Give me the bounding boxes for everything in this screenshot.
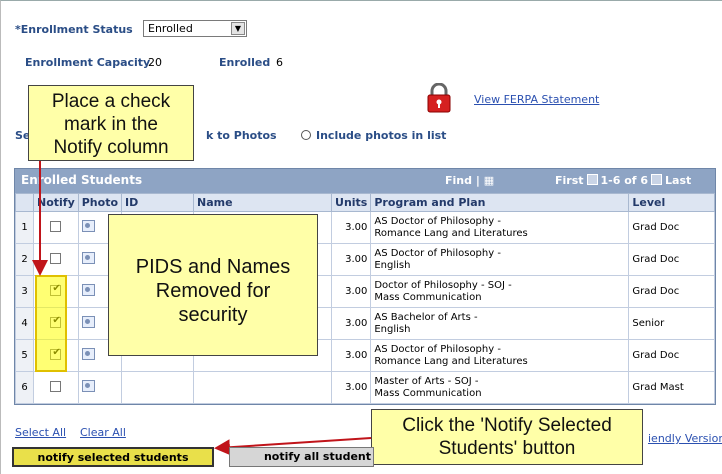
photo-icon[interactable] (81, 220, 95, 232)
program-line: Romance Lang and Literatures (374, 355, 528, 367)
row-number: 1 (15, 211, 34, 244)
photo-icon[interactable] (81, 316, 95, 328)
notify-all-button[interactable]: notify all student (229, 447, 374, 467)
level-cell: Grad Doc (628, 243, 715, 276)
level-cell: Grad Doc (628, 275, 715, 308)
notify-cell (33, 211, 79, 244)
row-number: 2 (15, 243, 34, 276)
program-line: English (374, 259, 411, 271)
col-photo[interactable]: Photo (77, 193, 123, 212)
grid-title: Enrolled Students (21, 173, 143, 187)
units-cell: 3.00 (331, 275, 372, 308)
include-photos-radio[interactable] (301, 130, 311, 140)
link-to-photos-label[interactable]: k to Photos (206, 129, 277, 142)
col-level[interactable]: Level (628, 193, 715, 212)
program-cell: Doctor of Philosophy - SOJ - Mass Communi… (370, 275, 630, 308)
check-mark-callout: Place a check mark in the Notify column (28, 85, 194, 161)
row-number: 6 (15, 371, 34, 404)
row-number: 5 (15, 339, 34, 372)
units-cell: 3.00 (331, 211, 372, 244)
row-number: 4 (15, 307, 34, 340)
program-line: AS Doctor of Philosophy - (374, 247, 501, 259)
range-label: 1-6 of 6 (600, 174, 649, 187)
photo-icon[interactable] (81, 252, 95, 264)
printer-friendly-link[interactable]: iendly Version (648, 432, 722, 445)
row-number: 3 (15, 275, 34, 308)
first-label: First (555, 174, 584, 187)
level-cell: Grad Mast (628, 371, 715, 404)
program-line: Master of Arts - SOJ - (374, 375, 479, 387)
enrollment-status-select[interactable]: Enrolled ▼ (143, 20, 247, 37)
col-name[interactable]: Name (193, 193, 333, 212)
program-cell: AS Doctor of Philosophy - Romance Lang an… (370, 211, 630, 244)
grid-navigation: First 1-6 of 6 Last (555, 174, 691, 187)
find-link[interactable]: Find | ▦ (445, 174, 494, 187)
level-cell: Senior (628, 307, 715, 340)
program-line: AS Doctor of Philosophy - (374, 215, 501, 227)
notify-cell (33, 371, 79, 404)
program-cell: AS Doctor of Philosophy - English (370, 243, 630, 276)
pids-removed-callout: PIDS and Names Removed for security (108, 214, 318, 356)
enrolled-value: 6 (276, 56, 283, 69)
ferpa-statement-link[interactable]: View FERPA Statement (474, 93, 599, 106)
enrollment-status-value: Enrolled (148, 22, 193, 35)
notify-checkbox[interactable] (50, 252, 62, 264)
notify-selected-button[interactable]: notify selected students (12, 447, 214, 467)
last-label: Last (665, 174, 692, 187)
level-cell: Grad Doc (628, 339, 715, 372)
grid-view-icon[interactable]: ▦ (484, 174, 494, 187)
program-line: Doctor of Philosophy - SOJ - (374, 279, 512, 291)
table-row: 6 3.00 Master of Arts - SOJ - Mass Communic… (15, 371, 715, 404)
photo-cell (77, 371, 123, 404)
enrolled-label: Enrolled (219, 56, 271, 69)
program-line: English (374, 323, 411, 335)
notify-checkbox[interactable] (50, 380, 62, 392)
notify-cell (33, 243, 79, 276)
col-program[interactable]: Program and Plan (370, 193, 630, 212)
name-cell (193, 371, 333, 404)
include-photos-label: Include photos in list (316, 129, 447, 142)
program-line: AS Doctor of Philosophy - (374, 343, 501, 355)
lock-icon (427, 83, 451, 113)
id-cell (121, 371, 195, 404)
notify-highlight (35, 275, 67, 372)
units-cell: 3.00 (331, 307, 372, 340)
first-arrow-icon[interactable] (586, 174, 598, 185)
program-cell: AS Doctor of Philosophy - Romance Lang an… (370, 339, 630, 372)
program-line: Mass Communication (374, 387, 482, 399)
enrollment-status-label: *Enrollment Status (15, 23, 133, 36)
col-units[interactable]: Units (331, 193, 372, 212)
clear-all-link[interactable]: Clear All (80, 426, 126, 439)
col-id[interactable]: ID (121, 193, 195, 212)
chevron-down-icon: ▼ (231, 22, 245, 35)
photo-icon[interactable] (81, 348, 95, 360)
units-cell: 3.00 (331, 371, 372, 404)
enrollment-capacity-label: Enrollment Capacity (25, 56, 151, 69)
program-line: AS Bachelor of Arts - (374, 311, 478, 323)
photo-icon[interactable] (81, 380, 95, 392)
program-line: Mass Communication (374, 291, 482, 303)
click-notify-callout: Click the 'Notify Selected Students' butt… (371, 409, 643, 465)
level-cell: Grad Doc (628, 211, 715, 244)
program-cell: Master of Arts - SOJ - Mass Communication (370, 371, 630, 404)
program-cell: AS Bachelor of Arts - English (370, 307, 630, 340)
program-line: Romance Lang and Literatures (374, 227, 528, 239)
units-cell: 3.00 (331, 243, 372, 276)
grid-header: Enrolled Students Find | ▦ First 1-6 of 6… (15, 169, 715, 193)
enrollment-capacity-value: 20 (148, 56, 162, 69)
col-index (15, 193, 34, 212)
units-cell: 3.00 (331, 339, 372, 372)
table-header-row: Notify Photo ID Name Units Program and P… (15, 193, 715, 212)
last-arrow-icon[interactable] (651, 174, 663, 185)
notify-checkbox[interactable] (50, 220, 62, 232)
select-all-link[interactable]: Select All (15, 426, 66, 439)
photo-icon[interactable] (81, 284, 95, 296)
col-notify[interactable]: Notify (33, 193, 79, 212)
